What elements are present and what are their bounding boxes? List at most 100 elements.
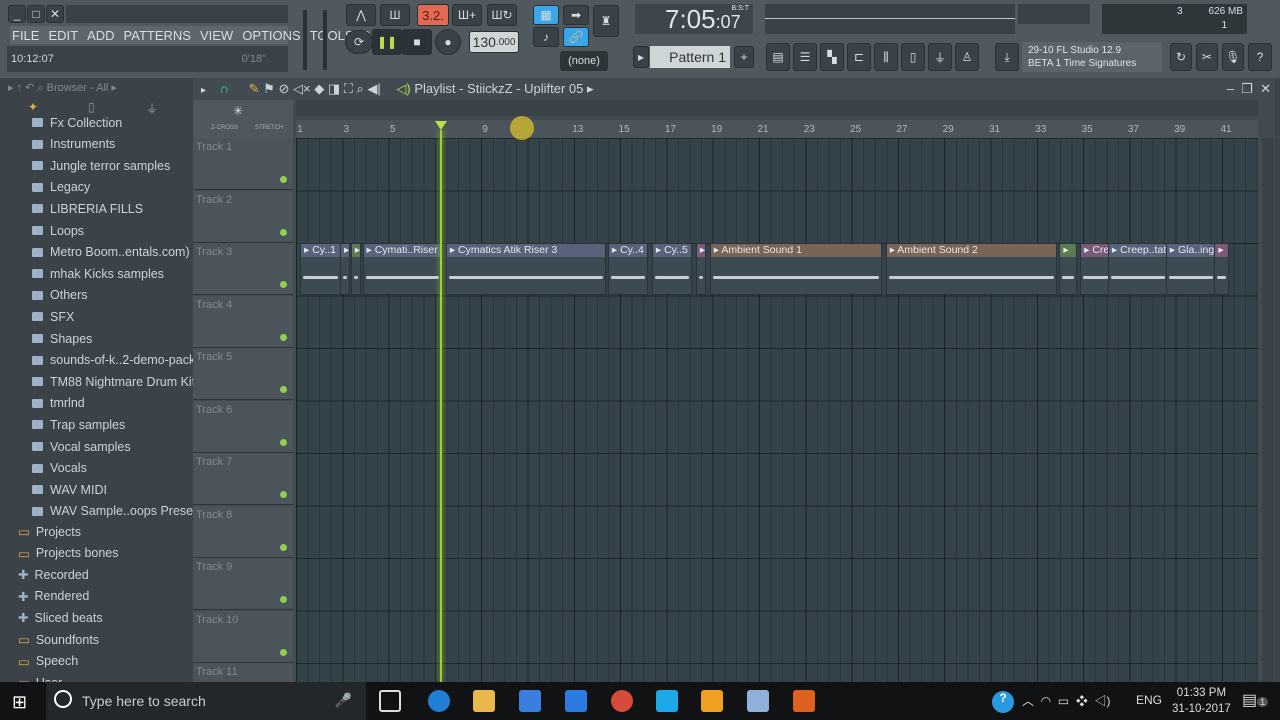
record-button[interactable]: ● — [435, 29, 461, 55]
track-header[interactable]: Track 1 — [193, 138, 293, 190]
browser-root-item[interactable]: ▭ Speech — [18, 651, 78, 672]
mute-tool-icon[interactable]: ◁× — [293, 81, 311, 96]
edge-icon[interactable] — [428, 690, 450, 712]
browser-root-item[interactable]: ✚ Recorded — [18, 564, 89, 585]
menu-file[interactable]: FILE — [12, 28, 39, 43]
playlist-button[interactable]: ▤ — [766, 43, 790, 71]
project-notes-button[interactable]: ▯ — [901, 43, 925, 71]
browser-folder[interactable]: Others — [32, 285, 88, 306]
time-display[interactable]: 7:05:07 B:S:T — [635, 4, 753, 34]
browser-folder[interactable]: LIBRERIA FILLS — [32, 198, 143, 219]
menu-edit[interactable]: EDIT — [48, 28, 78, 43]
track-mute-led[interactable] — [280, 281, 287, 288]
clip-header[interactable]: ▸ Cymati..Riser 2 — [363, 244, 442, 257]
track-header[interactable]: Track 9 — [193, 558, 293, 610]
track-header[interactable]: Track 3 — [193, 243, 293, 295]
browser-folder[interactable]: Fx Collection — [32, 112, 122, 133]
track-mute-led[interactable] — [280, 596, 287, 603]
piano-roll-button[interactable]: ▚ — [820, 43, 844, 71]
link-icon[interactable]: 🔗 — [563, 27, 589, 47]
clip-header[interactable]: ▸ — [1215, 244, 1229, 257]
audio-clip[interactable]: ▸ — [340, 243, 351, 295]
snap-selector[interactable]: (none) — [560, 51, 608, 71]
delete-tool-icon[interactable]: ⊘ — [278, 81, 289, 96]
news-panel[interactable]: 29-10 FL Studio 12.9 BETA 1 Time Signatur… — [1022, 42, 1162, 72]
magnet-snap-icon[interactable]: ∩ — [220, 81, 229, 96]
track-header[interactable]: Track 6 — [193, 400, 293, 453]
audio-clip[interactable]: ▸ Ambient Sound 2 — [885, 243, 1057, 295]
browser-root-item[interactable]: ✚ Sliced beats — [18, 607, 103, 628]
audio-clip[interactable]: ▸ Cy..1 — [300, 243, 341, 295]
countdown-button[interactable]: Ш+ — [452, 4, 482, 26]
play-button[interactable]: ❚❚ — [372, 29, 402, 55]
windows-start-icon[interactable]: ⊞ — [12, 692, 27, 713]
clip-header[interactable]: ▸ — [351, 244, 361, 257]
mixer-button[interactable]: ⫼ — [874, 43, 898, 71]
metronome-button[interactable]: ⋀ — [346, 4, 376, 26]
browser-root-item[interactable]: ✚ Rendered — [18, 586, 89, 607]
clip-header[interactable]: ▸ Creep..tatic — [1108, 244, 1168, 257]
track-mute-led[interactable] — [280, 648, 287, 656]
action-center-icon[interactable]: ▤ 1 — [1242, 690, 1269, 710]
audio-clip[interactable]: ▸ — [695, 243, 707, 295]
master-pitch-slider[interactable] — [323, 10, 327, 70]
touch-controller-button[interactable]: ♙ — [955, 43, 979, 71]
recorder-app-icon[interactable] — [793, 690, 815, 712]
clip-header[interactable]: ▸ Cy..1 — [301, 244, 340, 257]
wait-input-button[interactable]: Ш — [380, 4, 410, 26]
notepad-icon[interactable] — [747, 690, 769, 712]
browser-folder[interactable]: Legacy — [32, 177, 90, 198]
track-mute-led[interactable] — [280, 386, 287, 393]
browser-button[interactable]: ⊏ — [847, 43, 871, 71]
browser-root-item[interactable]: ▭ Projects — [18, 521, 81, 542]
track-mute-led[interactable] — [280, 228, 287, 236]
slip-tool-icon[interactable]: ◆ — [314, 81, 324, 96]
menu-patterns[interactable]: PATTERNS — [124, 28, 191, 43]
dropbox-icon[interactable] — [519, 690, 541, 712]
playback-tool-icon[interactable]: ◀| — [367, 81, 380, 96]
microphone-icon[interactable]: 🎙 — [1222, 43, 1244, 71]
tray-icons[interactable]: ︿ ◠ ▭ ❖ ◁) — [1022, 692, 1110, 709]
pattern-prev-arrow[interactable]: ▸ — [633, 46, 649, 68]
clip-header[interactable]: ▸ — [341, 244, 350, 257]
tempo-display[interactable]: 130.000 — [469, 31, 519, 53]
audio-clip[interactable]: ▸ — [1059, 243, 1077, 295]
audio-clip[interactable]: ▸ Gla..ing — [1165, 243, 1216, 295]
vertical-scrollbar[interactable] — [1262, 138, 1274, 682]
browser-folder[interactable]: SFX — [32, 306, 74, 327]
window-controls[interactable]: – ❐ ✕ — [1227, 81, 1271, 97]
browser-root-item[interactable]: ▭ Soundfonts — [18, 629, 99, 650]
track-mute-led[interactable] — [280, 543, 287, 551]
track-header[interactable]: Track 8 — [193, 505, 293, 558]
refresh-icon[interactable]: ↻ — [1170, 43, 1192, 71]
maximize-button[interactable]: □ — [27, 5, 45, 23]
minimize-button[interactable]: _ — [8, 5, 26, 23]
paint-tool-icon[interactable]: ⚑ — [263, 81, 275, 96]
file-explorer-icon[interactable] — [473, 690, 495, 712]
close-button[interactable]: ✕ — [46, 5, 64, 23]
typing-keyboard-button[interactable]: ▦ — [533, 5, 559, 25]
song-pattern-toggle[interactable]: ⟳ — [345, 30, 373, 54]
clock[interactable]: 01:33 PM 31-10-2017 — [1172, 685, 1231, 717]
add-pattern-button[interactable]: + — [734, 46, 754, 68]
stretch-toggle[interactable]: STRETCH — [255, 125, 283, 131]
clip-header[interactable]: ▸ Gla..ing — [1166, 244, 1215, 257]
menu-options[interactable]: OPTIONS — [242, 28, 301, 43]
stop-button[interactable]: ■ — [402, 29, 432, 55]
audio-clip[interactable]: ▸ — [1214, 243, 1230, 295]
download-icon[interactable]: ⤓ — [995, 43, 1019, 71]
track-mute-led[interactable] — [280, 438, 287, 446]
browser-folder[interactable]: Vocals — [32, 458, 87, 479]
menu-view[interactable]: VIEW — [200, 28, 233, 43]
audio-clip[interactable]: ▸ — [350, 243, 362, 295]
browser-folder[interactable]: TM88 Nightmare Drum Kit — [32, 371, 195, 392]
clip-header[interactable]: ▸ Cy..4 — [608, 244, 648, 257]
audio-clip[interactable]: ▸ Cy..4 — [607, 243, 649, 295]
chrome-icon[interactable] — [611, 690, 633, 712]
browser-folder[interactable]: sounds-of-k..2-demo-pack — [32, 350, 195, 371]
main-pitch-knob[interactable]: ♜ — [593, 5, 619, 37]
browser-folder[interactable]: Metro Boom..entals.com) — [32, 242, 190, 263]
pattern-selector[interactable]: Pattern 1 — [650, 46, 730, 68]
zcross-toggle[interactable]: Z-CROSS — [211, 125, 238, 131]
browser-folder[interactable]: WAV Sample..oops Presets — [32, 501, 203, 522]
